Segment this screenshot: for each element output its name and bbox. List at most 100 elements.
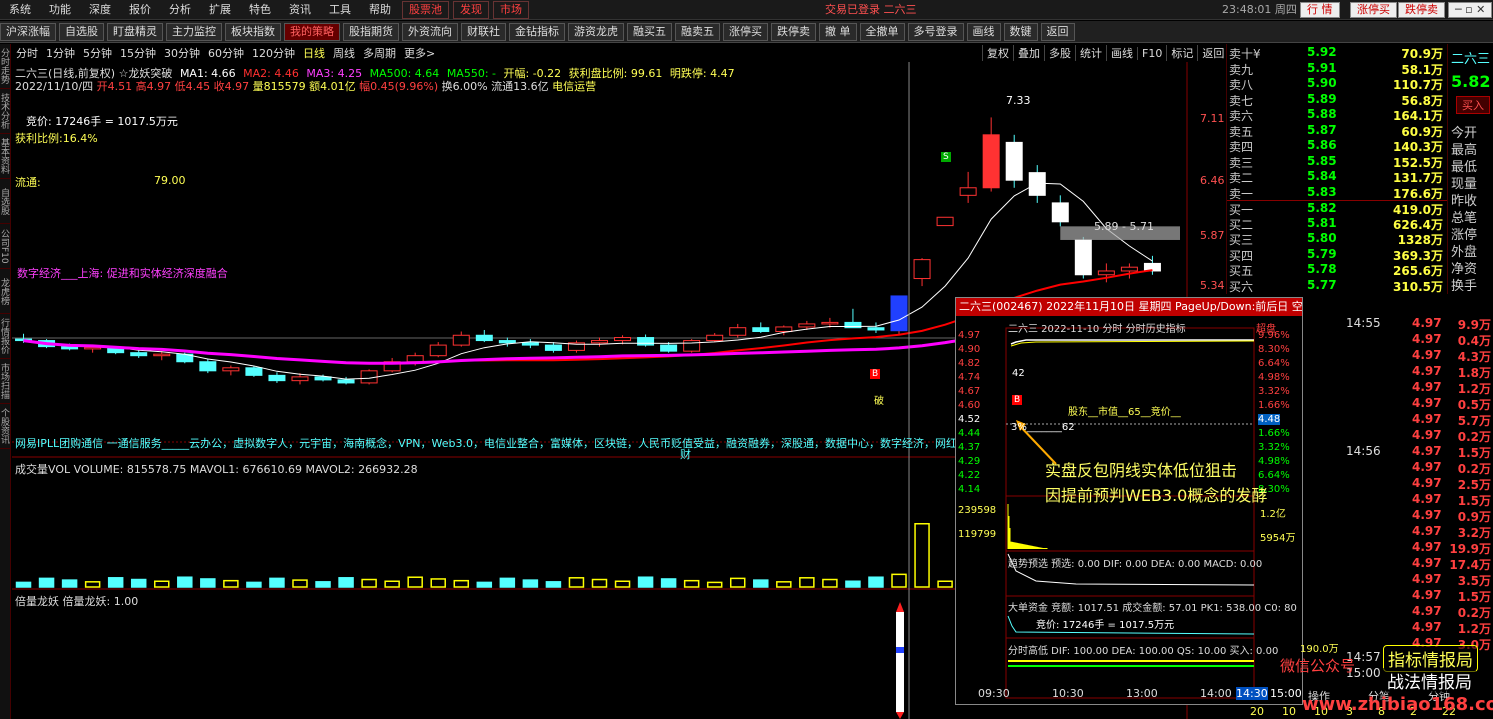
menu-extend[interactable]: 扩展: [200, 0, 240, 20]
toolbar-button-2[interactable]: 盯盘精灵: [107, 22, 163, 41]
popup-title[interactable]: 二六三(002467) 2022年11月10日 星期四 PageUp/Down:…: [956, 298, 1302, 316]
toolbar-button-18[interactable]: 画线: [966, 22, 1001, 41]
orderbook-label: 买三: [1229, 233, 1254, 247]
orderbook-row[interactable]: 买六 5.77 310.5万: [1227, 278, 1447, 294]
menu-analysis[interactable]: 分析: [160, 0, 200, 20]
left-tab-8[interactable]: 个股资讯: [0, 404, 11, 449]
chart-tool-1[interactable]: 叠加: [1013, 45, 1044, 61]
toolbar-button-7[interactable]: 外资流向: [402, 22, 458, 41]
limit-up-buy-button[interactable]: 涨停买: [1350, 2, 1397, 18]
menu-news[interactable]: 资讯: [280, 0, 320, 20]
chart-tool-7[interactable]: 返回: [1197, 45, 1228, 61]
tick-row: 4.97 0.9万: [1300, 508, 1493, 524]
volume-bar: [706, 581, 723, 588]
chart-tool-6[interactable]: 标记: [1166, 45, 1197, 61]
period-tab-1[interactable]: 1分钟: [42, 45, 79, 61]
left-tab-5[interactable]: 龙虎榜: [0, 269, 11, 314]
period-tab-7[interactable]: 日线: [299, 45, 329, 61]
toolbar-button-10[interactable]: 游资龙虎: [568, 22, 624, 41]
period-tab-2[interactable]: 5分钟: [79, 45, 116, 61]
volume-bar: [177, 576, 193, 588]
menu-system[interactable]: 系统: [0, 0, 40, 20]
menu-tools[interactable]: 工具: [320, 0, 360, 20]
orderbook-row[interactable]: 买一 5.82 419.0万: [1227, 200, 1447, 217]
sector-label: 电信运营: [552, 80, 597, 93]
left-tab-2[interactable]: 基本资料: [0, 134, 11, 179]
period-tab-10[interactable]: 更多>: [400, 45, 439, 61]
toolbar-button-11[interactable]: 融买五: [627, 22, 672, 41]
menu-discover[interactable]: 发现: [453, 0, 489, 19]
toolbar-button-3[interactable]: 主力监控: [166, 22, 222, 41]
menu-stock-pool[interactable]: 股票池: [402, 0, 449, 19]
left-tab-3[interactable]: 自选股: [0, 179, 11, 224]
toolbar-button-4[interactable]: 板块指数: [225, 22, 281, 41]
orderbook-row[interactable]: 卖四 5.86 140.3万: [1227, 138, 1447, 154]
orderbook-row[interactable]: 卖八 5.90 110.7万: [1227, 76, 1447, 92]
orderbook-volume: 152.5万: [1393, 155, 1443, 170]
chart-tool-5[interactable]: F10: [1137, 46, 1166, 60]
period-tab-0[interactable]: 分时: [12, 45, 42, 61]
toolbar-button-0[interactable]: 沪深涨幅: [0, 22, 56, 41]
candle-body: [982, 134, 1000, 189]
menu-market[interactable]: 市场: [493, 0, 529, 19]
toolbar-button-16[interactable]: 全撤单: [859, 22, 905, 41]
left-tab-0[interactable]: 分时走势: [0, 44, 11, 89]
left-tab-1[interactable]: 技术分析: [0, 89, 11, 134]
chart-tool-4[interactable]: 画线: [1106, 45, 1137, 61]
period-tab-6[interactable]: 120分钟: [248, 45, 299, 61]
orderbook-row[interactable]: 买四 5.79 369.3万: [1227, 247, 1447, 263]
orderbook-row[interactable]: 卖六 5.88 164.1万: [1227, 107, 1447, 123]
toolbar-button-13[interactable]: 涨停买: [723, 22, 768, 41]
left-tab-6[interactable]: 行情报价: [0, 314, 11, 359]
chart-tool-3[interactable]: 统计: [1075, 45, 1106, 61]
toolbar-button-12[interactable]: 融卖五: [675, 22, 720, 41]
orderbook-row[interactable]: 买五 5.78 265.6万: [1227, 262, 1447, 278]
menu-depth[interactable]: 深度: [80, 0, 120, 20]
toolbar-button-6[interactable]: 股指期货: [343, 22, 399, 41]
volume-bar: [407, 576, 423, 588]
orderbook-row[interactable]: 卖三 5.85 152.5万: [1227, 153, 1447, 170]
orderbook-row[interactable]: 卖一 5.83 176.6万: [1227, 185, 1447, 201]
period-tab-4[interactable]: 30分钟: [160, 45, 204, 61]
menu-quote[interactable]: 报价: [120, 0, 160, 20]
menu-feature[interactable]: 特色: [240, 0, 280, 20]
chart-tool-2[interactable]: 多股: [1044, 45, 1075, 61]
tick-row: 4.97 1.5万: [1300, 588, 1493, 604]
toolbar-button-9[interactable]: 金钻指标: [509, 22, 565, 41]
popup-right-axis-label: 3.32%: [1258, 442, 1290, 453]
period-tab-8[interactable]: 周线: [329, 45, 359, 61]
chart-tool-0[interactable]: 复权: [982, 45, 1013, 61]
toolbar-button-1[interactable]: 自选股: [59, 22, 104, 41]
toolbar-button-8[interactable]: 财联社: [461, 22, 506, 41]
toolbar-button-20[interactable]: 返回: [1040, 22, 1075, 41]
left-tab-7[interactable]: 市场扫描: [0, 359, 11, 404]
orderbook-price: 5.78: [1307, 262, 1337, 276]
orderbook-volume: 265.6万: [1393, 264, 1443, 278]
limit-down-sell-button[interactable]: 跌停卖: [1398, 2, 1445, 18]
toolbar-button-17[interactable]: 多号登录: [907, 22, 964, 41]
toolbar-button-14[interactable]: 跌停卖: [771, 22, 816, 41]
period-tab-5[interactable]: 60分钟: [204, 45, 248, 61]
buy-button[interactable]: 买入: [1456, 96, 1490, 114]
window-controls[interactable]: ─ ▫ ✕: [1448, 2, 1493, 18]
period-tab-9[interactable]: 多周期: [359, 45, 400, 61]
volume-bar: [776, 581, 792, 588]
toolbar-button-19[interactable]: 数键: [1003, 22, 1038, 41]
orderbook-row[interactable]: 买二 5.81 626.4万: [1227, 216, 1447, 232]
orderbook-row[interactable]: 卖二 5.84 131.7万: [1227, 169, 1447, 185]
orderbook-row[interactable]: 卖十¥ 5.92 70.9万: [1227, 45, 1447, 61]
orderbook-row[interactable]: 卖五 5.87 60.9万: [1227, 123, 1447, 139]
menu-help[interactable]: 帮助: [360, 0, 400, 20]
quote-button[interactable]: 行 情: [1300, 2, 1340, 18]
toolbar-button-5[interactable]: 我的策略: [284, 22, 340, 41]
orderbook-row[interactable]: 买三 5.80 1328万: [1227, 231, 1447, 247]
candle-body: [637, 337, 655, 346]
orderbook-row[interactable]: 卖九 5.91 58.1万: [1227, 61, 1447, 77]
orderbook-volume: 626.4万: [1393, 217, 1443, 232]
orderbook-row[interactable]: 卖七 5.89 56.8万: [1227, 92, 1447, 108]
menu-function[interactable]: 功能: [40, 0, 80, 20]
toolbar-button-15[interactable]: 撤 单: [819, 22, 857, 41]
orderbook-price: 5.85: [1307, 153, 1337, 168]
period-tab-3[interactable]: 15分钟: [116, 45, 160, 61]
left-tab-4[interactable]: 公司F10: [0, 224, 11, 269]
